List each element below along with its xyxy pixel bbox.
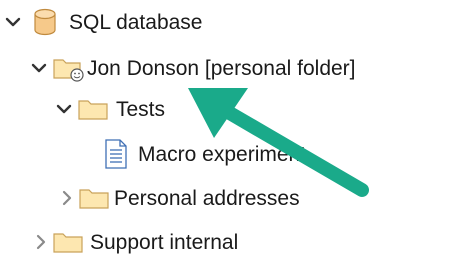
tree-item-tests[interactable]: Tests xyxy=(55,92,165,126)
folder-icon xyxy=(79,189,109,209)
tree-item-label: Jon Donson [personal folder] xyxy=(87,56,356,80)
personal-folder-icon xyxy=(53,59,84,82)
chevron-down-icon[interactable] xyxy=(30,59,48,77)
document-icon xyxy=(105,139,127,169)
tree-item-macro-experiment[interactable]: Macro experiment xyxy=(104,137,306,171)
tree-item-support-internal[interactable]: Support internal xyxy=(32,225,238,259)
tree-item-personal-addresses[interactable]: Personal addresses xyxy=(58,181,300,215)
chevron-right-icon[interactable] xyxy=(58,189,76,207)
chevron-down-icon[interactable] xyxy=(55,100,73,118)
tree-item-label: Support internal xyxy=(90,230,239,254)
database-icon xyxy=(34,8,56,36)
tree-item-personal-folder[interactable]: Jon Donson [personal folder] xyxy=(30,51,356,85)
tree-item-label: Tests xyxy=(116,97,166,121)
tree-view: SQL database Jon Donson [personal folder… xyxy=(0,0,458,263)
tree-item-label: SQL database xyxy=(69,10,203,34)
tree-item-label: Macro experiment xyxy=(138,142,307,166)
folder-icon xyxy=(78,100,108,120)
chevron-right-icon[interactable] xyxy=(32,233,50,251)
chevron-down-icon[interactable] xyxy=(4,13,22,31)
tree-item-sql-database[interactable]: SQL database xyxy=(4,5,203,39)
tree-item-label: Personal addresses xyxy=(114,186,300,210)
folder-icon xyxy=(53,233,83,253)
